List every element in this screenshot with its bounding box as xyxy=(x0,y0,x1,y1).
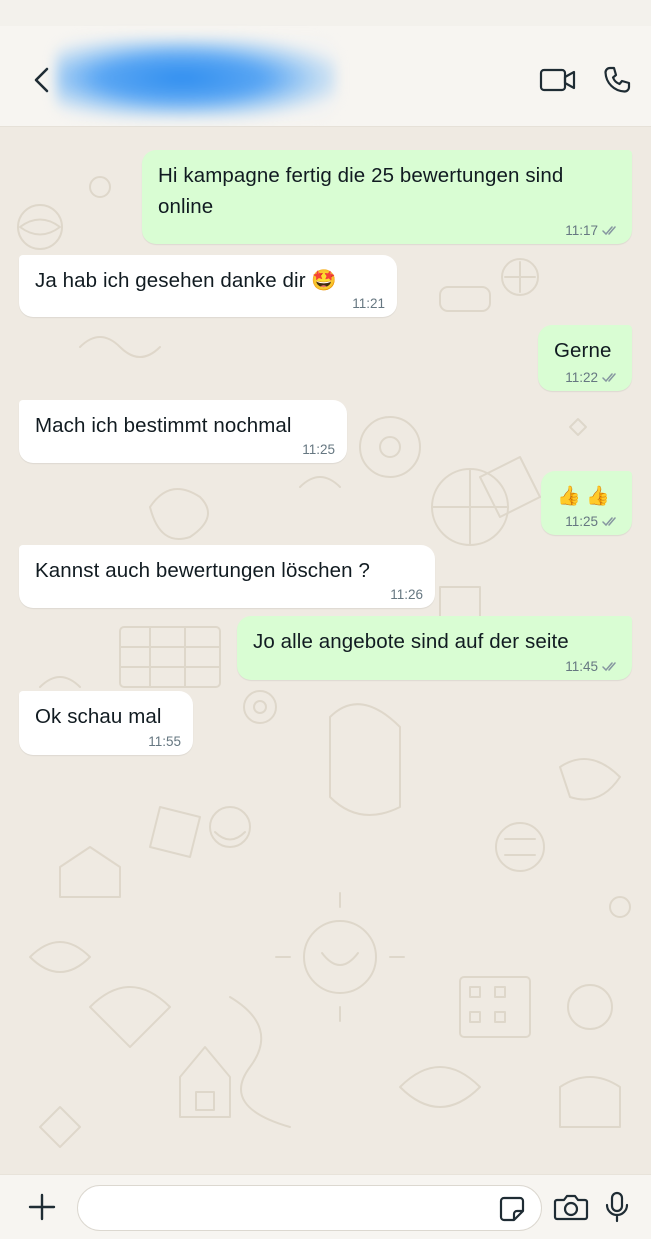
message-text: Kannst auch bewertungen löschen ? xyxy=(35,559,370,582)
status-strip xyxy=(0,0,651,26)
message-bubble-incoming[interactable]: Mach ich bestimmt nochmal 11:25 xyxy=(19,400,347,463)
voice-message-button[interactable] xyxy=(597,1187,637,1227)
message-meta: 11:26 xyxy=(390,587,423,602)
message-meta: 11:21 xyxy=(352,296,385,311)
read-ticks-icon xyxy=(602,662,616,672)
message-time: 11:25 xyxy=(565,514,598,529)
message-list[interactable]: Hi kampagne fertig die 25 bewertungen si… xyxy=(0,127,651,1174)
message-time: 11:25 xyxy=(302,442,335,457)
read-ticks-icon xyxy=(602,373,616,383)
message-time: 11:21 xyxy=(352,296,385,311)
message-bubble-outgoing[interactable]: 👍 👍 11:25 xyxy=(541,471,632,535)
video-call-button[interactable] xyxy=(538,60,578,100)
message-text: 👍 👍 xyxy=(557,486,610,507)
microphone-icon xyxy=(605,1191,629,1223)
attach-button[interactable] xyxy=(22,1187,62,1227)
sticker-icon xyxy=(499,1196,525,1222)
message-bubble-outgoing[interactable]: Hi kampagne fertig die 25 bewertungen si… xyxy=(142,150,632,244)
message-time: 11:26 xyxy=(390,587,423,602)
message-time: 11:55 xyxy=(148,734,181,749)
message-meta: 11:25 xyxy=(302,442,335,457)
chat-header xyxy=(0,26,651,127)
message-bubble-incoming[interactable]: Ok schau mal 11:55 xyxy=(19,691,193,755)
message-text: Hi kampagne fertig die 25 bewertungen si… xyxy=(158,164,564,218)
message-time: 11:17 xyxy=(565,223,598,238)
message-text: Ja hab ich gesehen danke dir 🤩 xyxy=(35,269,338,292)
message-bubble-outgoing[interactable]: Gerne 11:22 xyxy=(538,325,632,391)
message-text: Gerne xyxy=(554,339,612,362)
voice-call-button[interactable] xyxy=(597,60,637,100)
camera-icon xyxy=(553,1194,589,1221)
plus-icon xyxy=(28,1193,56,1221)
read-ticks-icon xyxy=(602,517,616,527)
sticker-button[interactable] xyxy=(497,1194,527,1224)
message-composer xyxy=(0,1174,651,1239)
message-meta: 11:17 xyxy=(565,223,620,238)
message-bubble-incoming[interactable]: Kannst auch bewertungen löschen ? 11:26 xyxy=(19,545,435,608)
back-arrow-icon xyxy=(34,67,49,93)
message-time: 11:45 xyxy=(565,659,598,674)
message-meta: 11:25 xyxy=(565,514,620,529)
message-text: Ok schau mal xyxy=(35,705,162,728)
message-text: Jo alle angebote sind auf der seite xyxy=(253,630,569,653)
read-ticks-icon xyxy=(602,226,616,236)
message-input-box[interactable] xyxy=(77,1185,542,1232)
message-meta: 11:55 xyxy=(148,734,181,749)
message-time: 11:22 xyxy=(565,370,598,385)
message-meta: 11:45 xyxy=(565,659,620,674)
message-bubble-outgoing[interactable]: Jo alle angebote sind auf der seite 11:4… xyxy=(237,616,632,680)
message-bubble-incoming[interactable]: Ja hab ich gesehen danke dir 🤩 11:21 xyxy=(19,255,397,317)
contact-avatar-blurred[interactable] xyxy=(56,38,336,118)
message-meta: 11:22 xyxy=(565,370,620,385)
message-text: Mach ich bestimmt nochmal xyxy=(35,414,292,437)
message-input[interactable] xyxy=(96,1186,490,1232)
voice-call-icon xyxy=(604,66,631,93)
camera-button[interactable] xyxy=(551,1187,591,1227)
video-call-icon xyxy=(539,68,576,92)
